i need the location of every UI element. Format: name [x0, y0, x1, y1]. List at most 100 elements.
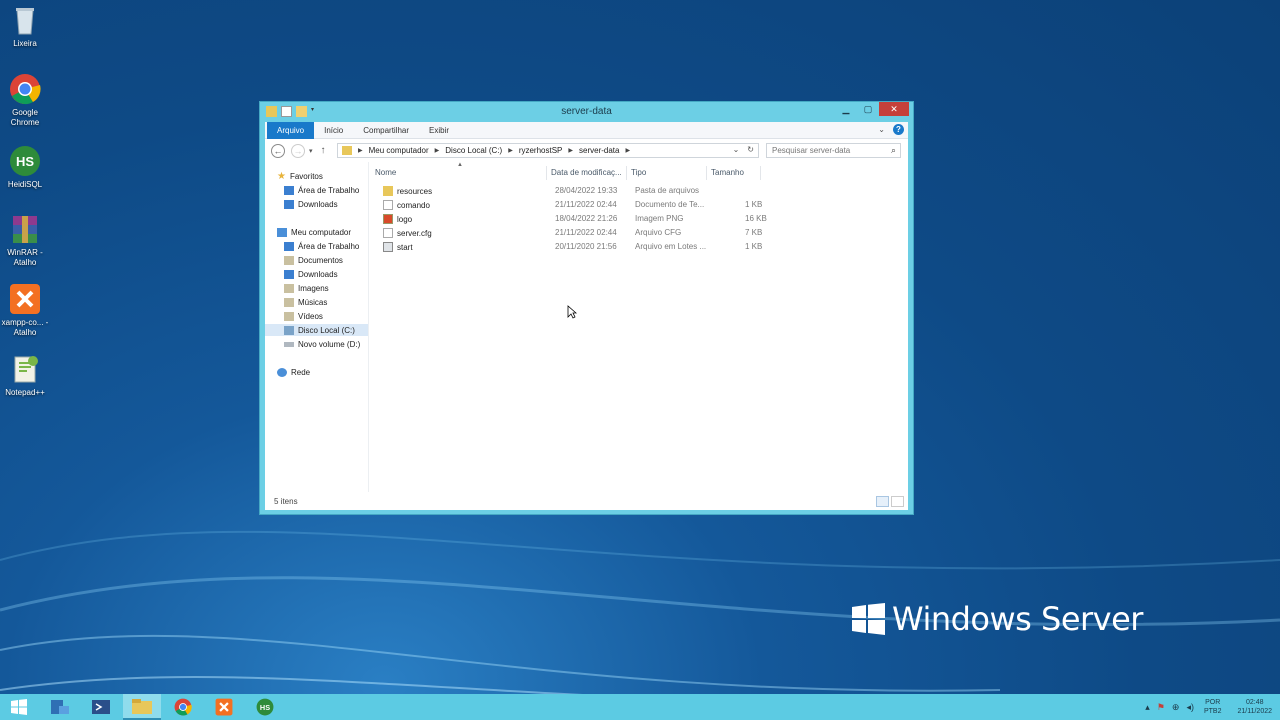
file-type: Imagem PNG — [635, 214, 684, 223]
computer-icon — [277, 227, 287, 237]
svg-text:HS: HS — [16, 154, 34, 169]
ribbon-tabs: Arquivo Início Compartilhar Exibir ⌄ ? — [265, 121, 908, 139]
details-view-icon[interactable] — [876, 496, 889, 507]
table-row[interactable]: comando 21/11/2022 02:44 Documento de Te… — [371, 198, 771, 212]
minimize-icon: ▁ — [842, 103, 850, 114]
large-icons-view-icon[interactable] — [891, 496, 904, 507]
nav-label: Imagens — [298, 283, 329, 293]
tab-inicio[interactable]: Início — [314, 122, 353, 139]
breadcrumb-server-data[interactable]: server-data — [579, 146, 619, 155]
back-button[interactable]: ← — [271, 143, 285, 158]
breadcrumb-disco-local[interactable]: Disco Local (C:) — [445, 146, 502, 155]
nav-downloads[interactable]: Downloads — [284, 268, 338, 280]
nav-meu-computador[interactable]: Meu computador — [277, 226, 351, 238]
taskbar-server-manager[interactable] — [41, 694, 79, 720]
windows-server-brand: Windows Server — [852, 600, 1143, 638]
nav-label: Área de Trabalho — [298, 185, 360, 195]
refresh-icon[interactable]: ↻ — [747, 145, 754, 154]
close-button[interactable]: ✕ — [879, 102, 909, 116]
file-date: 28/04/2022 19:33 — [555, 186, 618, 195]
expand-ribbon-icon[interactable]: ⌄ — [878, 125, 885, 134]
nav-novo-volume-d[interactable]: Novo volume (D:) — [284, 338, 360, 350]
drive-icon — [284, 341, 294, 347]
desktop-icon-recycle-bin[interactable]: Lixeira — [0, 4, 50, 49]
notepadpp-icon — [9, 353, 41, 385]
tab-arquivo[interactable]: Arquivo — [267, 121, 315, 139]
server-manager-icon — [51, 700, 69, 714]
tab-exibir[interactable]: Exibir — [419, 122, 459, 139]
up-button[interactable]: ↑ — [321, 145, 326, 156]
taskbar-file-explorer[interactable] — [123, 694, 161, 720]
taskbar-chrome[interactable] — [164, 694, 202, 720]
search-icon[interactable]: ⌕ — [891, 145, 896, 156]
breadcrumb-ryzerhostsp[interactable]: ryzerhostSP — [519, 146, 563, 155]
action-center-icon[interactable]: ⚑ — [1157, 702, 1165, 713]
column-header-tipo[interactable]: Tipo — [627, 166, 707, 180]
desktop-icon-chrome[interactable]: Google Chrome — [0, 73, 50, 127]
table-row[interactable]: start 20/11/2020 21:56 Arquivo em Lotes … — [371, 240, 771, 254]
image-file-icon — [383, 214, 393, 224]
minimize-button[interactable]: ▁ — [835, 102, 857, 116]
table-row[interactable]: server.cfg 21/11/2022 02:44 Arquivo CFG … — [371, 226, 771, 240]
show-hidden-icons-icon[interactable]: ▴ — [1145, 702, 1150, 713]
chevron-right-icon: ▶ — [508, 148, 513, 154]
nav-fav-area-de-trabalho[interactable]: Área de Trabalho — [284, 184, 359, 196]
desktop-icon-notepadpp[interactable]: Notepad++ — [0, 353, 50, 398]
file-date: 20/11/2020 21:56 — [555, 242, 617, 251]
close-icon: ✕ — [890, 103, 898, 114]
help-icon[interactable]: ? — [893, 124, 904, 135]
chevron-down-icon[interactable]: ⌄ — [733, 145, 740, 154]
address-bar[interactable]: ▶ Meu computador ▶ Disco Local (C:) ▶ ry… — [337, 143, 759, 158]
column-header-tamanho[interactable]: Tamanho — [707, 166, 761, 180]
table-row[interactable]: resources 28/04/2022 19:33 Pasta de arqu… — [371, 184, 771, 198]
taskbar-powershell[interactable] — [82, 694, 120, 720]
maximize-button[interactable]: ▢ — [857, 102, 879, 116]
recycle-bin-icon — [9, 4, 41, 36]
heidisql-icon: HS — [256, 698, 274, 716]
nav-documentos[interactable]: Documentos — [284, 254, 343, 266]
file-name: resources — [397, 186, 433, 196]
nav-area-de-trabalho[interactable]: Área de Trabalho — [284, 240, 359, 252]
table-row[interactable]: logo 18/04/2022 21:26 Imagem PNG 16 KB — [371, 212, 771, 226]
nav-videos[interactable]: Vídeos — [284, 310, 323, 322]
file-name: logo — [397, 214, 413, 224]
volume-icon[interactable]: ◂) — [1186, 702, 1194, 713]
desktop-icon-heidisql[interactable]: HS HeidiSQL — [0, 145, 50, 190]
title-bar[interactable]: ▾ server-data ▁ ▢ ✕ — [260, 102, 913, 122]
item-count: 5 itens — [274, 497, 298, 506]
network-icon[interactable]: ⊕ — [1172, 702, 1180, 713]
breadcrumb-meu-computador[interactable]: Meu computador — [369, 146, 429, 155]
nav-rede[interactable]: Rede — [277, 366, 310, 378]
maximize-icon: ▢ — [863, 103, 873, 114]
file-explorer-icon — [132, 699, 152, 714]
start-button[interactable] — [0, 694, 38, 720]
file-size: 7 KB — [745, 228, 763, 237]
nav-imagens[interactable]: Imagens — [284, 282, 329, 294]
star-icon: ★ — [277, 170, 286, 182]
column-header-nome[interactable]: Nome — [371, 166, 547, 180]
desktop-icon-winrar[interactable]: WinRAR - Atalho — [0, 213, 50, 267]
recent-locations-icon[interactable]: ▾ — [309, 147, 313, 155]
tab-compartilhar[interactable]: Compartilhar — [353, 122, 419, 139]
desktop-icon-xampp[interactable]: xampp-co... - Atalho — [0, 283, 50, 337]
input-language[interactable]: POR PTB2 — [1204, 698, 1222, 716]
chevron-right-icon: ▶ — [358, 148, 363, 154]
forward-button[interactable]: → — [291, 143, 305, 158]
nav-disco-local-c[interactable]: Disco Local (C:) — [265, 324, 368, 336]
taskbar-xampp[interactable] — [205, 694, 243, 720]
batch-file-icon — [383, 242, 393, 252]
column-header-data[interactable]: Data de modificaç... — [547, 166, 627, 180]
nav-fav-downloads[interactable]: Downloads — [284, 198, 338, 210]
clock[interactable]: 02:48 21/11/2022 — [1237, 698, 1272, 716]
nav-musicas[interactable]: Músicas — [284, 296, 327, 308]
brand-text: Windows Server — [892, 600, 1143, 638]
text-file-icon — [383, 200, 393, 210]
taskbar-heidisql[interactable]: HS — [246, 694, 284, 720]
nav-favoritos[interactable]: ★ Favoritos — [277, 170, 323, 182]
desktop-icon-label: HeidiSQL — [7, 180, 43, 189]
file-name: start — [397, 242, 413, 252]
videos-icon — [284, 311, 294, 321]
file-size: 1 KB — [745, 242, 763, 251]
file-name: server.cfg — [397, 228, 432, 238]
search-input[interactable]: Pesquisar server-data ⌕ — [766, 143, 901, 158]
